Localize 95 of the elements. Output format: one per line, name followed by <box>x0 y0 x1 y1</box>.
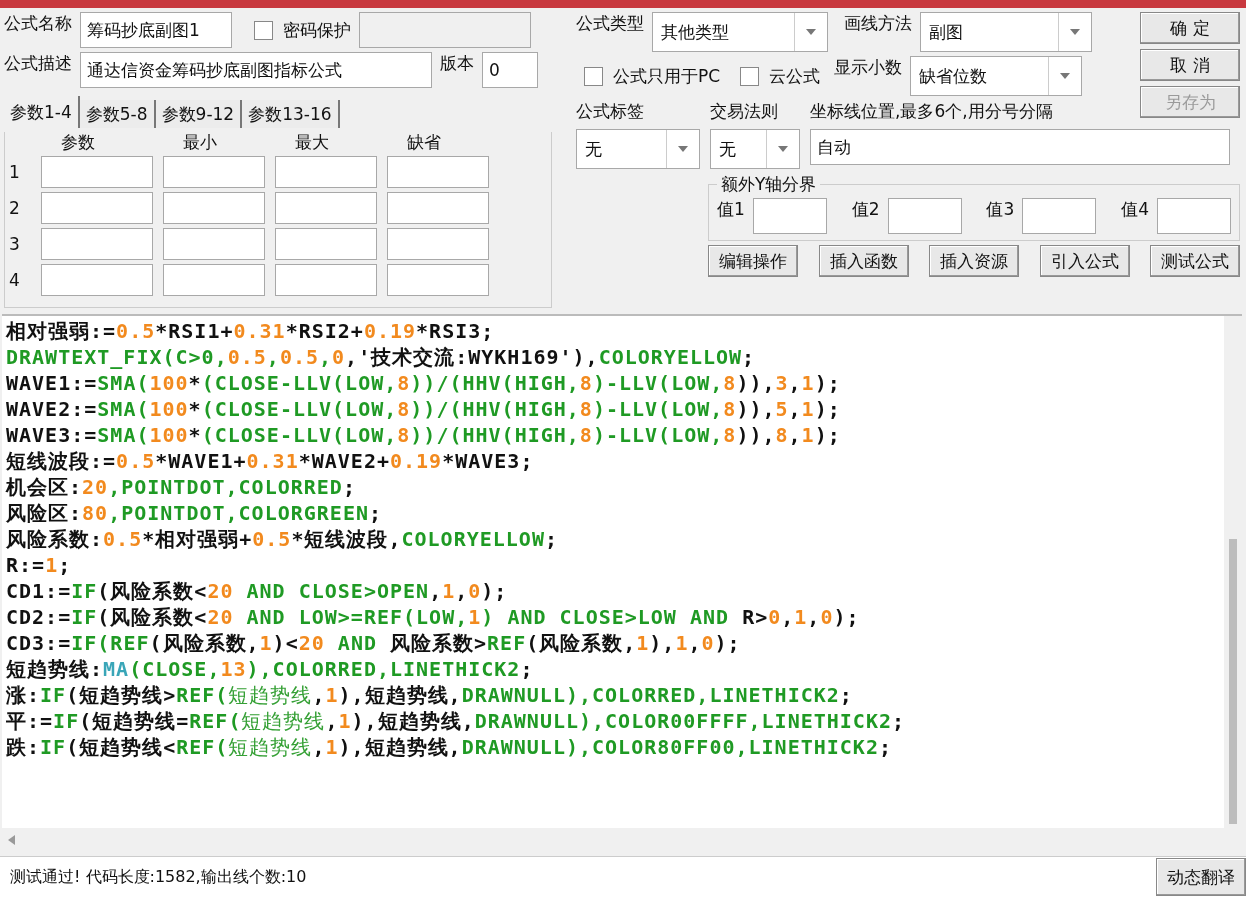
column-header: 最小 <box>182 132 218 152</box>
field-label: 值2 <box>851 198 880 221</box>
field-label: 公式描述 <box>4 52 72 75</box>
toolbar-button[interactable]: 测试公式 <box>1150 245 1240 277</box>
input-field[interactable] <box>387 156 489 188</box>
input-field[interactable] <box>275 228 377 260</box>
input-field[interactable] <box>275 156 377 188</box>
toolbar-button[interactable]: 编辑操作 <box>708 245 798 277</box>
column-header: 参数 <box>60 132 96 152</box>
dropdown[interactable]: 无 <box>576 129 700 169</box>
input-field[interactable] <box>163 156 265 188</box>
dropdown-arrow-icon <box>1070 29 1080 35</box>
scroll-left-icon[interactable] <box>8 835 15 845</box>
row-number: 1 <box>9 161 21 184</box>
toolbar-button[interactable]: 插入函数 <box>818 245 909 277</box>
input-field[interactable] <box>163 192 265 224</box>
row-number: 2 <box>9 197 21 220</box>
code-editor[interactable] <box>2 314 1242 828</box>
row-number: 4 <box>9 269 21 292</box>
checkbox[interactable] <box>254 20 273 40</box>
input-field[interactable] <box>163 264 265 296</box>
input-field[interactable] <box>387 228 489 260</box>
value-field[interactable] <box>1157 198 1231 234</box>
dropdown-arrow-icon <box>678 146 688 152</box>
version-field[interactable]: 0 <box>482 52 538 88</box>
code-line: 涨:IF(短趋势线>REF(短趋势线,1),短趋势线,DRAWNULL),COLORRED,LINETHICK2; <box>6 682 854 708</box>
input-field[interactable] <box>41 156 153 188</box>
status-text: 测试通过! 代码长度:1582,输出线个数:10 <box>9 866 307 888</box>
code-line: CD1:=IF(风险系数<20 AND CLOSE>OPEN,1,0); <box>6 578 509 604</box>
code-line: 风险区:80,POINTDOT,COLORGREEN; <box>6 500 383 526</box>
tab[interactable]: 参数9-12 <box>155 100 243 128</box>
code-line: CD3:=IF(REF(风险系数,1)<20 AND 风险系数>REF(风险系数,1),1,0); <box>6 630 742 656</box>
dropdown[interactable]: 其他类型 <box>652 12 828 52</box>
checkbox-label: 公式只用于PC <box>613 64 721 88</box>
tab[interactable]: 参数5-8 <box>79 100 156 128</box>
input-field[interactable] <box>387 192 489 224</box>
dropdown[interactable]: 无 <box>710 129 800 169</box>
group-title: 额外Y轴分界 <box>720 173 818 196</box>
checkbox-label: 密码保护 <box>283 18 351 42</box>
field-label: 坐标线位置,最多6个,用分号分隔 <box>810 100 1053 123</box>
code-line: WAVE2:=SMA(100*(CLOSE-LLV(LOW,8))/(HHV(HIGH,8)-LLV(LOW,8)),5,1); <box>6 396 842 422</box>
dropdown[interactable]: 缺省位数 <box>910 56 1083 96</box>
field-label: 显示小数 <box>834 56 903 79</box>
axis-lines-field[interactable]: 自动 <box>810 129 1230 165</box>
code-line: 风险系数:0.5*相对强弱+0.5*短线波段,COLORYELLOW; <box>6 526 559 552</box>
checkbox[interactable] <box>584 66 603 86</box>
value-field[interactable] <box>887 198 962 234</box>
checkbox[interactable] <box>740 66 760 86</box>
field-label: 值4 <box>1121 198 1149 221</box>
field-label: 公式标签 <box>576 100 644 123</box>
row-number: 3 <box>9 233 21 256</box>
dialog-button[interactable]: 取 消 <box>1140 49 1240 81</box>
column-header: 最大 <box>294 132 330 152</box>
input-field[interactable] <box>163 228 265 260</box>
code-line: WAVE1:=SMA(100*(CLOSE-LLV(LOW,8))/(HHV(HIGH,8)-LLV(LOW,8)),3,1); <box>6 370 842 396</box>
field-label: 版本 <box>440 52 474 75</box>
column-header: 缺省 <box>406 132 442 152</box>
code-line: 短趋势线:MA(CLOSE,13),COLORRED,LINETHICK2; <box>6 656 535 682</box>
scrollbar-thumb[interactable] <box>1229 539 1237 824</box>
input-field[interactable] <box>387 264 489 296</box>
field-label: 交易法则 <box>710 100 778 123</box>
code-line: 跌:IF(短趋势线<REF(短趋势线,1),短趋势线,DRAWNULL),COLOR80FF00,LINETHICK2; <box>6 734 893 760</box>
value-field[interactable] <box>752 198 827 234</box>
description-field[interactable]: 通达信资金筹码抄底副图指标公式 <box>80 52 432 88</box>
field-label: 公式类型 <box>576 12 644 35</box>
code-line: 机会区:20,POINTDOT,COLORRED; <box>6 474 357 500</box>
translate-button[interactable]: 动态翻译 <box>1156 858 1246 896</box>
checkbox-label: 云公式 <box>769 64 821 88</box>
dropdown-arrow-icon <box>1060 73 1071 79</box>
code-line: 平:=IF(短趋势线=REF(短趋势线,1),短趋势线,DRAWNULL),COLOR00FFFF,LINETHICK2; <box>6 708 907 734</box>
input-field[interactable] <box>41 264 153 296</box>
dialog-button[interactable]: 确 定 <box>1140 12 1240 44</box>
input-field[interactable] <box>41 192 153 224</box>
code-line: 短线波段:=0.5*WAVE1+0.31*WAVE2+0.19*WAVE3; <box>6 448 535 474</box>
dropdown[interactable]: 副图 <box>920 12 1092 52</box>
value-field[interactable] <box>1022 198 1097 234</box>
input-field[interactable] <box>275 264 377 296</box>
toolbar-button[interactable]: 插入资源 <box>929 245 1019 277</box>
dropdown-arrow-icon <box>778 146 788 152</box>
code-line: DRAWTEXT_FIX(C>0,0.5,0.5,0,'技术交流:WYKH169'),COLORYELLOW; <box>6 344 757 370</box>
password-field[interactable] <box>359 12 531 48</box>
input-field[interactable] <box>275 192 377 224</box>
code-line: WAVE3:=SMA(100*(CLOSE-LLV(LOW,8))/(HHV(HIGH,8)-LLV(LOW,8)),8,1); <box>6 422 842 448</box>
toolbar-button[interactable]: 引入公式 <box>1039 245 1130 277</box>
tab[interactable]: 参数13-16 <box>242 100 340 128</box>
field-label: 值1 <box>717 198 745 221</box>
field-label: 值3 <box>986 198 1015 221</box>
name-field[interactable]: 筹码抄底副图1 <box>80 12 232 48</box>
dropdown-arrow-icon <box>806 29 816 35</box>
input-field[interactable] <box>41 228 153 260</box>
code-line: R:=1; <box>6 552 73 578</box>
field-label: 画线方法 <box>844 12 912 35</box>
field-label: 公式名称 <box>4 12 72 35</box>
code-line: CD2:=IF(风险系数<20 AND LOW>=REF(LOW,1) AND CLOSE>LOW AND R>0,1,0); <box>6 604 861 630</box>
code-line: 相对强弱:=0.5*RSI1+0.31*RSI2+0.19*RSI3; <box>6 318 496 344</box>
